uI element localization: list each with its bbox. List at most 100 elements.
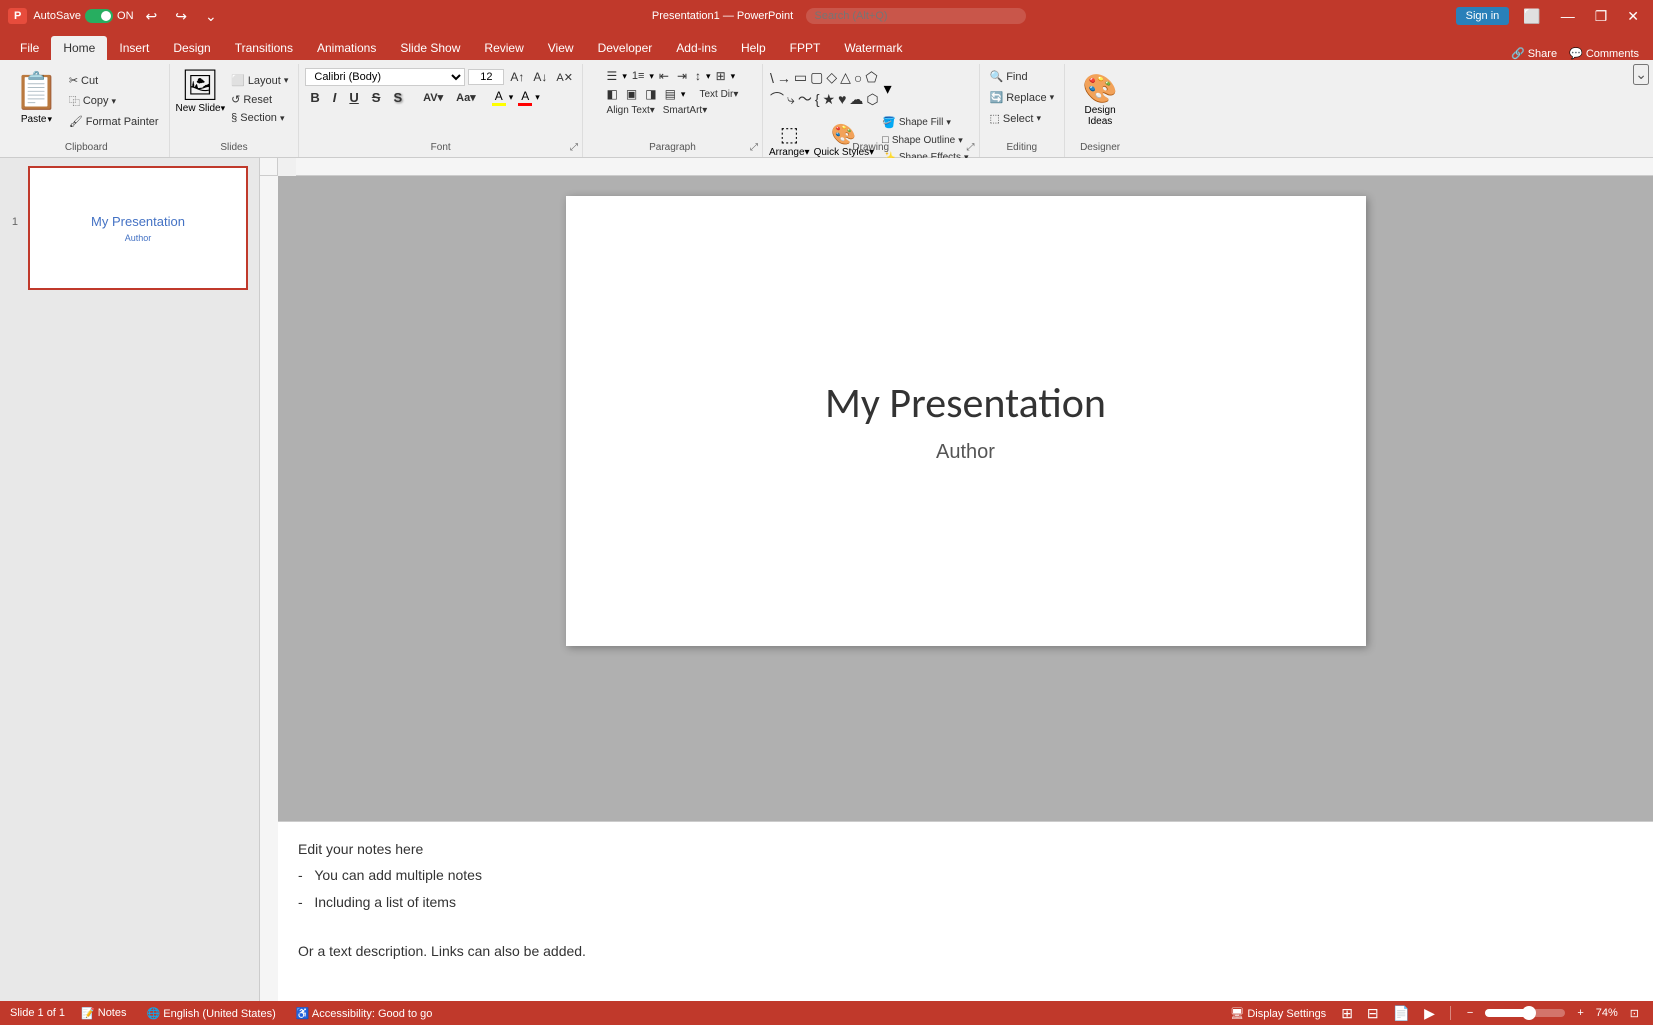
shape-triangle-btn[interactable]: △ [839,68,852,87]
reading-view-btn[interactable]: 📄 [1390,1005,1413,1022]
shape-cloud-btn[interactable]: ☁ [848,88,864,110]
shape-brace-btn[interactable]: { [814,88,821,110]
ribbon-display-button[interactable]: ⬜ [1517,8,1546,25]
language-btn[interactable]: 🌐 English (United States) [143,1007,280,1020]
font-color-dropdown[interactable]: ▾ [535,92,540,103]
shape-fill-btn[interactable]: 🪣 Shape Fill ▾ [878,114,972,131]
shape-curve-btn[interactable]: 〜 [797,88,813,110]
undo-button[interactable]: ↩ [140,8,164,25]
shape-connector-btn[interactable]: ⤷ [786,88,796,110]
find-btn[interactable]: 🔍 Find [986,68,1032,85]
tab-developer[interactable]: Developer [586,36,665,60]
bold-btn[interactable]: B [305,88,324,107]
slide-subtitle[interactable]: Author [936,441,995,464]
slide-title[interactable]: My Presentation [825,378,1106,429]
highlight-dropdown[interactable]: ▾ [509,92,514,103]
minimize-button[interactable]: — [1555,8,1581,24]
select-btn[interactable]: ⬚ Select ▾ [986,110,1046,127]
align-right-btn[interactable]: ◨ [642,86,659,102]
format-painter-btn[interactable]: 🖌 Format Painter [65,113,163,130]
copy-btn[interactable]: ⿻ Copy ▾ [65,91,163,111]
tab-design[interactable]: Design [161,36,222,60]
accessibility-btn[interactable]: ♿ Accessibility: Good to go [292,1007,437,1020]
drawing-expand-btn[interactable]: ⤢ [967,142,975,153]
shape-freeform-btn[interactable]: ⌒ [769,88,785,110]
italic-btn[interactable]: I [328,88,342,107]
tab-view[interactable]: View [536,36,586,60]
paste-btn[interactable]: 📋 Paste▾ [10,68,63,125]
clear-formatting-btn[interactable]: A✕ [553,70,576,85]
slide-thumbnail-1[interactable]: My Presentation Author [28,166,248,290]
columns-btn[interactable]: ⊞ [713,68,729,84]
autosave-toggle[interactable] [85,9,113,23]
font-expand-btn[interactable]: ⤢ [570,142,578,153]
comments-button[interactable]: 💬 Comments [1563,47,1645,60]
shape-pentagon-btn[interactable]: ⬠ [864,68,878,87]
copy-dropdown[interactable]: ▾ [112,96,117,107]
presenter-view-btn[interactable]: ▶ [1421,1005,1438,1022]
font-grow-btn[interactable]: A↑ [507,69,527,85]
slide-sorter-btn[interactable]: ⊟ [1364,1005,1382,1022]
shadow-btn[interactable]: S [388,88,407,107]
tab-transitions[interactable]: Transitions [223,36,305,60]
reset-btn[interactable]: ↺ Reset [227,91,292,108]
shape-heart-btn[interactable]: ♥ [837,88,847,110]
line-spacing-dropdown[interactable]: ▾ [706,71,711,82]
align-dropdown[interactable]: ▾ [681,89,686,100]
zoom-thumb[interactable] [1522,1006,1536,1020]
numbered-dropdown[interactable]: ▾ [649,71,654,82]
tab-help[interactable]: Help [729,36,778,60]
zoom-out-btn[interactable]: − [1463,1007,1477,1019]
slide-canvas-area[interactable]: My Presentation Author [278,176,1653,821]
shapes-more-btn[interactable]: ▾ [882,77,894,101]
notes-area[interactable]: Edit your notes here - You can add multi… [278,821,1653,1001]
bullets-btn[interactable]: ☰ [604,68,621,84]
tab-file[interactable]: File [8,36,51,60]
shape-arrow-btn[interactable]: → [776,68,792,87]
bullets-dropdown[interactable]: ▾ [622,71,627,82]
char-spacing-btn[interactable]: AV▾ [418,89,448,106]
paragraph-expand-btn[interactable]: ⤢ [750,142,758,153]
shape-star-btn[interactable]: ★ [822,88,837,110]
normal-view-btn[interactable]: ⊞ [1338,1005,1356,1022]
customize-qat-button[interactable]: ⌄ [199,8,223,25]
line-spacing-btn[interactable]: ↕ [692,68,704,84]
align-text-btn[interactable]: Align Text▾ [604,104,658,117]
fit-slide-btn[interactable]: ⊡ [1626,1007,1643,1020]
cut-btn[interactable]: ✂ Cut [65,72,163,89]
section-btn[interactable]: § Section▾ [227,110,292,126]
new-slide-btn[interactable]: 🖼 New Slide▾ [176,68,226,114]
strikethrough-btn[interactable]: S [367,88,386,107]
tab-review[interactable]: Review [472,36,535,60]
shape-line-btn[interactable]: \ [769,68,775,87]
underline-btn[interactable]: U [344,88,363,107]
zoom-in-btn[interactable]: + [1573,1007,1587,1019]
tab-animations[interactable]: Animations [305,36,388,60]
font-color-btn[interactable]: A [518,89,532,106]
text-direction-btn[interactable]: Text Dir▾ [696,88,741,101]
tab-slide-show[interactable]: Slide Show [388,36,472,60]
search-input[interactable] [806,8,1026,24]
align-center-btn[interactable]: ▣ [623,86,640,102]
display-settings-btn[interactable]: 🖥 Display Settings [1226,1007,1330,1020]
shape-hexagon-btn[interactable]: ⬡ [865,88,879,110]
shape-outline-btn[interactable]: □ Shape Outline ▾ [878,132,972,148]
align-left-btn[interactable]: ◧ [604,86,621,102]
share-button[interactable]: 🔗 Share [1505,47,1563,60]
numbered-btn[interactable]: 1≡ [629,69,648,83]
replace-btn[interactable]: 🔄 Replace ▾ [986,89,1059,106]
layout-btn[interactable]: ⬜ Layout▾ [227,72,292,89]
shape-diamond-btn[interactable]: ◇ [825,68,838,87]
tab-insert[interactable]: Insert [107,36,161,60]
tab-add-ins[interactable]: Add-ins [664,36,729,60]
shape-circle-btn[interactable]: ○ [853,68,863,87]
highlight-btn[interactable]: A [492,89,506,106]
shape-rrect-btn[interactable]: ▢ [809,68,824,87]
tab-fppt[interactable]: FPPT [778,36,833,60]
sign-in-button[interactable]: Sign in [1456,7,1510,25]
arrange-btn[interactable]: ⬚ Arrange▾ [769,122,810,158]
zoom-slider[interactable] [1485,1009,1565,1017]
tab-watermark[interactable]: Watermark [832,36,914,60]
font-size-input[interactable] [468,69,504,85]
close-button[interactable]: ✕ [1621,8,1645,25]
